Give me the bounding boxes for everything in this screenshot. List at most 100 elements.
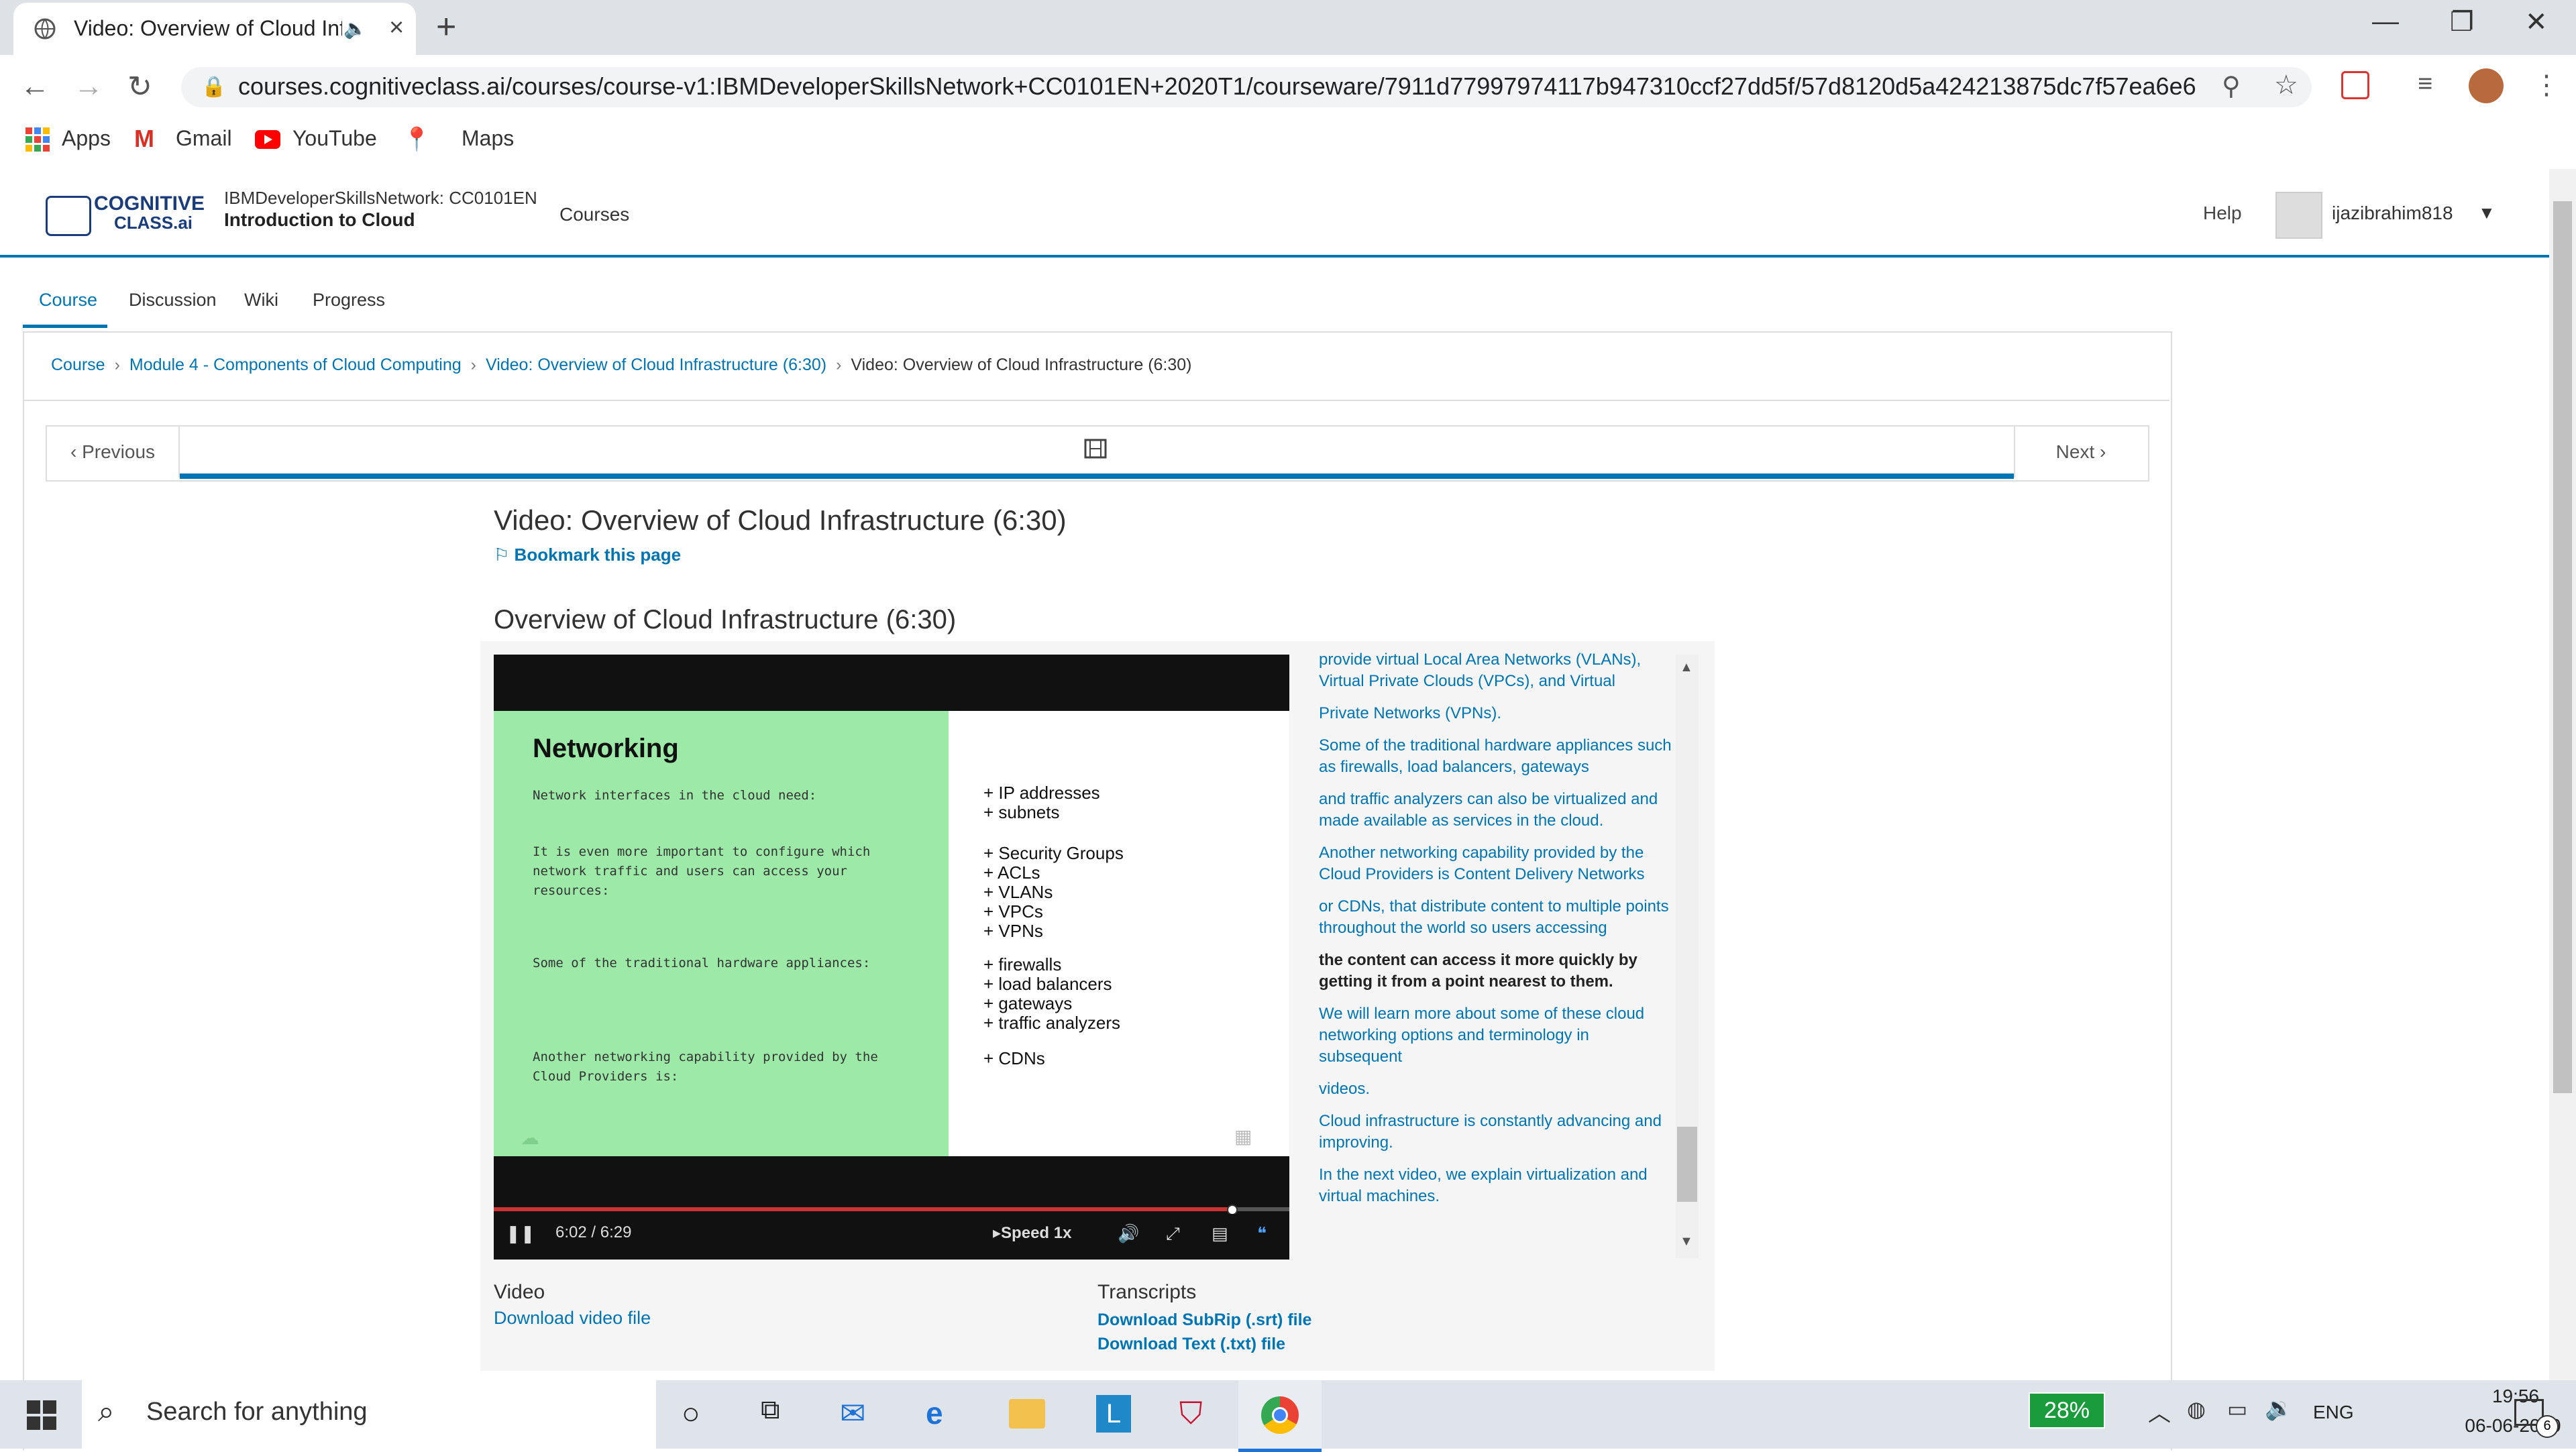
forward-icon[interactable]: → <box>74 70 103 103</box>
tab-discussion[interactable]: Discussion <box>129 290 217 311</box>
transcript-line[interactable]: provide virtual Local Area Networks (VLA… <box>1319 649 1674 692</box>
l-app-icon[interactable]: L <box>1096 1395 1131 1433</box>
extension-icon[interactable] <box>2341 71 2369 99</box>
video-time: 6:02 / 6:29 <box>555 1223 632 1241</box>
mcafee-icon[interactable]: ⛉ <box>1179 1395 1203 1433</box>
transcript-line[interactable]: the content can access it more quickly b… <box>1319 950 1674 993</box>
slide-left-panel <box>494 711 949 1156</box>
url-text[interactable]: courses.cognitiveclass.ai/courses/course… <box>238 72 2197 101</box>
transcript-line[interactable]: videos. <box>1319 1078 1674 1100</box>
course-title: Introduction to Cloud <box>224 209 415 230</box>
transcript-line[interactable]: and traffic analyzers can also be virtua… <box>1319 789 1674 832</box>
cortana-icon[interactable]: ○ <box>682 1395 700 1431</box>
active-tab-indicator <box>23 325 107 328</box>
slide-bullet: + VPNs <box>983 921 1043 941</box>
bookmark-maps[interactable]: Maps <box>462 126 514 151</box>
breadcrumb-course[interactable]: Course <box>51 355 105 374</box>
video-progress-fill <box>494 1207 1232 1211</box>
video-title: Overview of Cloud Infrastructure (6:30) <box>494 605 957 634</box>
tab-progress[interactable]: Progress <box>313 290 385 311</box>
maps-pin-icon: 📍 <box>402 127 431 152</box>
scroll-down-icon[interactable]: ▼ <box>1680 1234 1693 1249</box>
bookmark-gmail[interactable]: Gmail <box>176 126 232 151</box>
minimize-icon[interactable]: — <box>2372 7 2399 37</box>
back-icon[interactable]: ← <box>20 70 50 103</box>
profile-avatar[interactable] <box>2469 68 2504 103</box>
film-icon[interactable] <box>1084 439 1107 462</box>
windows-start-icon[interactable] <box>27 1400 56 1430</box>
user-avatar[interactable] <box>2275 192 2322 239</box>
menu-icon[interactable]: ⋮ <box>2533 70 2560 101</box>
transcript-line[interactable]: or CDNs, that distribute content to mult… <box>1319 896 1674 939</box>
reload-icon[interactable]: ↻ <box>127 70 152 104</box>
fullscreen-icon[interactable]: ⤢ <box>1166 1223 1180 1245</box>
previous-label: Previous <box>82 441 156 462</box>
close-window-icon[interactable]: ✕ <box>2525 7 2548 38</box>
notification-count: 6 <box>2536 1415 2559 1438</box>
transcripts-heading: Transcripts <box>1097 1281 1197 1303</box>
slide-bullet-group: + Security Groups + ACLs + VLANs + VPCs … <box>983 844 1124 941</box>
site-logo[interactable]: COGNITIVE CLASS.ai <box>94 194 205 233</box>
slide-bullet: + traffic analyzers <box>983 1013 1121 1033</box>
browser-tab[interactable]: Video: Overview of Cloud Inf 🔈 × <box>13 3 416 55</box>
close-icon[interactable]: × <box>389 13 404 42</box>
apps-grid-icon <box>25 127 50 152</box>
tab-course[interactable]: Course <box>39 290 97 311</box>
star-icon[interactable]: ☆ <box>2274 70 2298 101</box>
speed-button[interactable]: ▸Speed 1x <box>993 1223 1071 1243</box>
chevron-up-icon[interactable]: ︿ <box>2148 1395 2171 1428</box>
download-srt-link[interactable]: Download SubRip (.srt) file <box>1097 1310 1311 1330</box>
taskbar-search-placeholder: Search for anything <box>146 1398 368 1426</box>
transcript-line[interactable]: In the next video, we explain virtualiza… <box>1319 1164 1674 1207</box>
transcript-line[interactable]: Cloud infrastructure is constantly advan… <box>1319 1111 1674 1154</box>
new-tab-button[interactable]: + <box>436 7 456 47</box>
logo-line2: CLASS.ai <box>114 213 193 233</box>
media-controls-icon[interactable]: ≡ <box>2418 70 2432 99</box>
courses-link[interactable]: Courses <box>559 204 629 225</box>
transcript-line[interactable]: We will learn more about some of these c… <box>1319 1003 1674 1068</box>
chrome-taskbar-button[interactable] <box>1238 1380 1322 1452</box>
next-button[interactable]: Next › <box>2014 427 2147 478</box>
tab-wiki[interactable]: Wiki <box>244 290 278 311</box>
language-indicator[interactable]: ENG <box>2313 1402 2354 1423</box>
transcript-line[interactable]: Private Networks (VPNs). <box>1319 703 1674 724</box>
bookmark-youtube[interactable]: YouTube <box>292 126 377 151</box>
transcript-scroll-thumb[interactable] <box>1677 1127 1697 1202</box>
captions-icon[interactable]: ▤ <box>1212 1223 1228 1244</box>
username[interactable]: ijazibrahim818 <box>2332 203 2453 224</box>
download-video-link[interactable]: Download video file <box>494 1308 651 1329</box>
speaker-icon[interactable]: 🔈 <box>343 17 367 40</box>
bookmark-apps[interactable]: Apps <box>62 126 111 151</box>
transcript-line[interactable]: Another networking capability provided b… <box>1319 842 1674 885</box>
battery-icon[interactable]: ▭ <box>2227 1396 2247 1422</box>
slide-bullet: + IP addresses <box>983 783 1100 803</box>
previous-button[interactable]: ‹ Previous <box>47 427 180 478</box>
task-view-icon[interactable]: ⧉ <box>761 1395 780 1425</box>
volume-icon[interactable]: 🔊 <box>1118 1223 1139 1244</box>
pause-icon[interactable]: ❚❚ <box>506 1223 535 1244</box>
breadcrumb-module[interactable]: Module 4 - Components of Cloud Computing <box>129 355 462 374</box>
download-txt-link[interactable]: Download Text (.txt) file <box>1097 1335 1285 1354</box>
chevron-down-icon[interactable]: ▼ <box>2478 203 2496 223</box>
network-icon[interactable]: ◍ <box>2187 1396 2206 1422</box>
volume-tray-icon[interactable]: 🔉 <box>2265 1395 2293 1422</box>
edge-icon[interactable]: e <box>926 1395 943 1431</box>
scroll-up-icon[interactable]: ▲ <box>1680 660 1693 675</box>
zoom-icon[interactable]: ⚲ <box>2222 71 2241 101</box>
bookmark-button[interactable]: ⚐ Bookmark this page <box>494 545 681 565</box>
transcript-toggle-icon[interactable]: ❝ <box>1257 1223 1267 1244</box>
breadcrumb-section[interactable]: Video: Overview of Cloud Infrastructure … <box>486 355 826 374</box>
restore-icon[interactable]: ❐ <box>2450 7 2474 38</box>
slide-bullet: + VLANs <box>983 882 1053 902</box>
video-download-heading: Video <box>494 1281 545 1303</box>
file-explorer-icon[interactable] <box>1009 1399 1045 1429</box>
battery-saver-badge[interactable]: 28% <box>2029 1392 2105 1429</box>
help-link[interactable]: Help <box>2203 203 2242 224</box>
transcript-panel[interactable]: provide virtual Local Area Networks (VLA… <box>1319 649 1674 1253</box>
mail-icon[interactable]: ✉ <box>840 1395 866 1431</box>
cloud-icon: ☁ <box>521 1127 539 1148</box>
slide-text: Network interfaces in the cloud need: <box>533 788 817 803</box>
transcript-line[interactable]: Some of the traditional hardware applian… <box>1319 735 1674 778</box>
page-scroll-thumb[interactable] <box>2553 201 2572 1093</box>
lock-icon[interactable]: 🔒 <box>201 75 226 99</box>
